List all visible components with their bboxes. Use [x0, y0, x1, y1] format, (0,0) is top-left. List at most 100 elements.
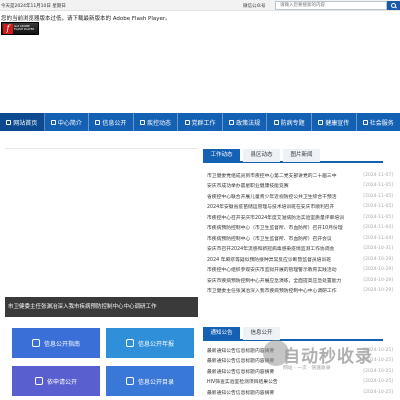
list-item[interactable]: 2024年安徽省疫苗储运管理与技术培训班在安庆市顺利召开 [2024-11-05] [207, 202, 393, 213]
nav-icon [184, 119, 190, 125]
nav-label: 防病专题 [280, 119, 305, 127]
news-title[interactable]: 市疾病预防控制中心（市卫生监督所、市血防所）召开会议 [207, 235, 357, 242]
wechat-link[interactable]: 微信公众号 [243, 3, 266, 9]
nav-item-1[interactable]: 中心简介 [45, 113, 90, 131]
search-button[interactable] [387, 1, 400, 10]
list-item[interactable]: 市卫健委主任张渊冶深入我市疾病预防控制中心中心调研工作 [2024-10-29] [207, 286, 393, 297]
search-icon [391, 3, 396, 8]
nav-label: 党群工作 [191, 119, 216, 127]
news-date: [2024-10-29] [363, 277, 393, 283]
news-title[interactable]: 市疾控中心召开安庆市2024年度艾滋病防治实验室质量评审培训 [207, 214, 357, 221]
list-item[interactable]: 最新通知公告信息标题内容摘要 [2024-10-25] [207, 387, 393, 398]
news-list: 市卫健委党组成员到市疾控中心第二党支部讲党的二十届三中 [2024-11-07] 安… [207, 170, 393, 296]
tile-annual-report[interactable]: 信息公开年报 [106, 328, 194, 358]
nav-icon [318, 119, 324, 125]
nav-icon [229, 119, 235, 125]
news-date: [2024-11-05] [363, 214, 393, 220]
list-item[interactable]: 2024 年麻疹等疑似预防接种异常反应诊断暨监督员培训班 [2024-10-29] [207, 254, 393, 265]
nav-label: 中心简介 [57, 119, 82, 127]
tile-label: 信息公开指南 [43, 340, 80, 348]
news-date: [2024-10-29] [363, 256, 393, 262]
tile-label: 依申请公开 [46, 378, 77, 386]
catalog-icon [125, 377, 134, 385]
nav-icon [139, 119, 145, 125]
nav-item-4[interactable]: 党群工作 [178, 113, 223, 131]
news-title[interactable]: 2024年安徽省疫苗储运管理与技术培训班在安庆市顺利召开 [207, 203, 357, 210]
top-bar: 今天是2024年11月10日 星期日 微信公众号 [0, 0, 400, 11]
get-flash-player-button[interactable]: f Get ADOBE FLASH PLAYER [1, 22, 39, 35]
news-date: [2024-10-29] [363, 288, 393, 294]
nav-item-6[interactable]: 防病专题 [267, 113, 312, 131]
tile-apply-public[interactable]: 依申请公开 [12, 366, 100, 396]
report-icon [125, 339, 134, 347]
nav-label: 政策法规 [236, 119, 261, 127]
list-item[interactable]: 市疾病预防控制中心（市卫生监督所、市血防所）召开会议 [2024-11-04] [207, 233, 393, 244]
document-icon [31, 339, 40, 347]
tile-label: 信息公开目录 [137, 378, 174, 386]
slide-caption[interactable]: 市卫健委主任张渊冶深入我市疾病预防控制中心中心调研工作 [5, 297, 198, 317]
list-item[interactable]: 市疾病预防控制中心（市卫生监督所、市血防所）召开10月份理 [2024-11-04… [207, 223, 393, 234]
news-date: [2024-10-25] [363, 379, 393, 385]
nav-label: 社会服务 [369, 119, 394, 127]
news-slide[interactable] [5, 149, 198, 315]
main-nav: 网站首页 中心简介 信息公开 疾控动态 党群工作 政策法规 防病专题 健康宣传 社会服务 [0, 113, 400, 131]
news-title[interactable]: 省疾控中心联合开展儿童青少年近视防控公共卫生综合干预活 [207, 193, 357, 200]
news-title[interactable]: 市疾病预防控制中心（市卫生监督所、市血防所）召开10月份理 [207, 224, 357, 231]
nav-icon [362, 119, 368, 125]
search-input[interactable] [275, 1, 387, 10]
list-item[interactable]: 市疾控中心召开安庆市2024年度艾滋病防治实验室质量评审培训 [2024-11-0… [207, 212, 393, 223]
nav-label: 信息公开 [102, 119, 127, 127]
form-icon [34, 377, 43, 385]
watermark-subtext: 网站 · 一次 · 快速收录 [283, 366, 331, 371]
nav-item-0[interactable]: 网站首页 [0, 113, 45, 131]
nav-item-8[interactable]: 社会服务 [357, 113, 400, 131]
news-date: [2024-11-07] [363, 172, 393, 178]
nav-icon [95, 119, 101, 125]
news-title[interactable]: 最新通知公告信息标题内容摘要 [207, 389, 357, 396]
news-title[interactable]: 市卫健委主任张渊冶深入我市疾病预防控制中心中心调研工作 [207, 287, 357, 294]
nav-item-2[interactable]: 信息公开 [89, 113, 134, 131]
news-title[interactable]: 安庆市召开2024年流感和新冠病毒感染疫情监测工作协调会 [207, 245, 357, 252]
news-date: [2024-11-04] [363, 235, 393, 241]
tile-label: 信息公开年报 [137, 340, 174, 348]
news-title[interactable]: 安庆市成功举办晨星职业健康技能竞赛 [207, 182, 357, 189]
list-item[interactable]: 市卫健委党组成员到市疾控中心第二党支部讲党的二十届三中 [2024-11-07] [207, 170, 393, 181]
news-title[interactable]: 市疾控中心组织参观安庆市监狱开展的管理警示教育实践活动 [207, 266, 357, 273]
flash-upgrade-message: 您的当前浏览器版本过低，请下载最新版本的 Adobe Flash Player。 [1, 16, 171, 22]
nav-label: 健康宣传 [325, 119, 350, 127]
nav-icon [50, 119, 56, 125]
nav-item-3[interactable]: 疾控动态 [134, 113, 179, 131]
flash-icon: f [3, 24, 13, 34]
nav-label: 网站首页 [13, 119, 38, 127]
current-date: 今天是2024年11月10日 星期日 [1, 4, 66, 9]
info-tiles: 信息公开指南 信息公开年报 依申请公开 信息公开目录 [12, 328, 194, 400]
tab-county-news[interactable]: 县区动态 [243, 149, 280, 162]
news-title[interactable]: 市卫健委党组成员到市疾控中心第二党支部讲党的二十届三中 [207, 172, 357, 179]
nav-icon [6, 119, 12, 125]
news-date: [2024-11-05] [363, 183, 393, 189]
news-date: [2024-10-25] [363, 389, 393, 395]
list-item[interactable]: 省疾控中心联合开展儿童青少年近视防控公共卫生综合干预活 [2024-11-05] [207, 191, 393, 202]
tab-notices[interactable]: 通知公告 [203, 327, 240, 340]
news-title[interactable]: 2024 年麻疹等疑似预防接种异常反应诊断暨监督员培训班 [207, 256, 357, 263]
nav-item-5[interactable]: 政策法规 [223, 113, 268, 131]
nav-item-7[interactable]: 健康宣传 [312, 113, 357, 131]
news-date: [2024-10-31] [363, 246, 393, 252]
watermark: 自动秒收录 网站 · 一次 · 快速收录 [263, 336, 400, 380]
list-item[interactable]: 安庆市疾病预防控制中心开展应急演练，全面提高应急处置能力 [2024-10-29] [207, 275, 393, 286]
news-date: [2024-11-05] [363, 204, 393, 210]
tile-public-guide[interactable]: 信息公开指南 [12, 328, 100, 358]
list-item[interactable]: 安庆市召开2024年流感和新冠病毒感染疫情监测工作协调会 [2024-10-31] [207, 244, 393, 255]
news-date: [2024-11-04] [363, 225, 393, 231]
news-date: [2024-11-05] [363, 193, 393, 199]
list-item[interactable]: 安庆市成功举办晨星职业健康技能竞赛 [2024-11-05] [207, 181, 393, 192]
tile-public-catalog[interactable]: 信息公开目录 [106, 366, 194, 396]
nav-icon [273, 119, 279, 125]
tab-work-news[interactable]: 工作动态 [203, 149, 240, 162]
flash-logo-text: Get ADOBE FLASH PLAYER [14, 24, 35, 32]
news-tabs: 工作动态 县区动态 图片新闻 [203, 149, 383, 163]
news-date: [2024-10-29] [363, 267, 393, 273]
list-item[interactable]: 市疾控中心组织参观安庆市监狱开展的管理警示教育实践活动 [2024-10-29] [207, 265, 393, 276]
tab-photo-news[interactable]: 图片新闻 [283, 149, 320, 162]
news-title[interactable]: 安庆市疾病预防控制中心开展应急演练，全面提高应急处置能力 [207, 277, 357, 284]
